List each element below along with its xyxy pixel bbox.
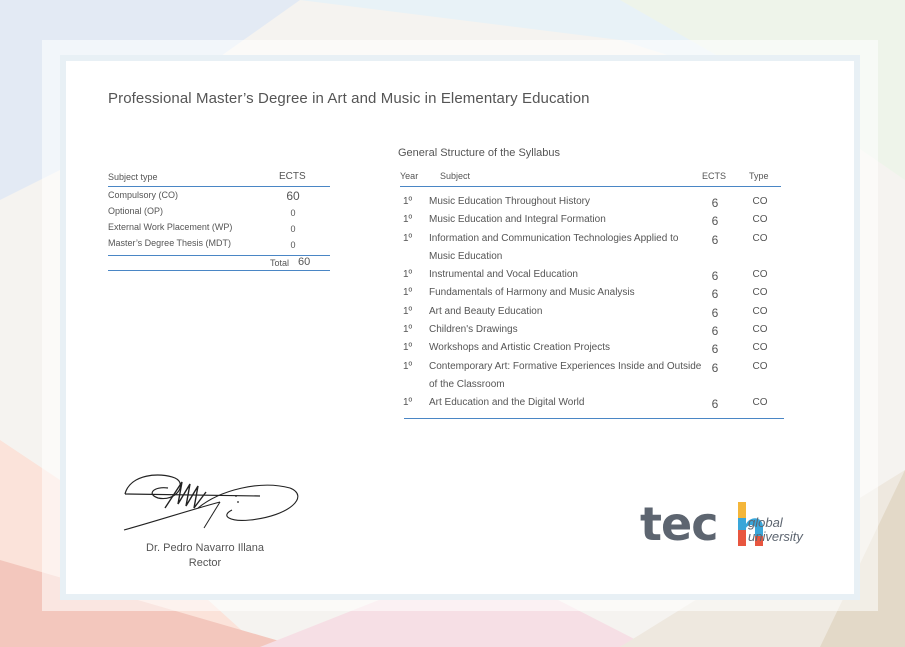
logo-wordmark: tec	[640, 497, 718, 551]
syllabus-ects: 6	[711, 397, 719, 412]
syllabus-subject: Information and Communication Technologi…	[429, 232, 679, 262]
logo-subtitle: global university	[748, 516, 803, 544]
syllabus-ects: 6	[711, 360, 719, 375]
syllabus-ects: 6	[711, 196, 719, 210]
syllabus-year: 1º	[403, 360, 413, 372]
syllabus-rows: 1º Music Education Throughout History 6 CO 1…	[400, 187, 781, 412]
syllabus-subject: Art and Beauty Education	[429, 305, 543, 317]
syllabus-type: CO	[752, 214, 768, 226]
syllabus-row: 1º Music Education and Integral Formation…	[400, 210, 781, 228]
syllabus-header: Year Subject ECTS Type	[400, 168, 781, 187]
summary-ects: 0	[290, 224, 296, 234]
syllabus-type: CO	[752, 196, 768, 207]
syllabus-row: 1º Children's Drawings 6 CO	[400, 320, 781, 338]
total-value: 60	[298, 256, 311, 268]
syllabus-ects: 6	[711, 287, 719, 302]
syllabus-year: 1º	[403, 305, 413, 317]
syllabus-year: 1º	[403, 342, 413, 354]
syllabus-title: General Structure of the Syllabus	[398, 147, 561, 159]
syllabus-ects: 6	[711, 342, 719, 357]
summary-type: External Work Placement (WP)	[108, 222, 233, 232]
syllabus-subject: Music Education and Integral Formation	[429, 214, 606, 226]
syllabus-ects: 6	[711, 269, 719, 284]
syllabus-year: 1º	[403, 397, 413, 409]
syllabus-subject: Children's Drawings	[429, 324, 518, 336]
syllabus-type: CO	[752, 305, 768, 317]
syllabus-row: 1º Workshops and Artistic Creation Projec…	[400, 338, 781, 356]
signatory-role: Rector	[188, 557, 222, 569]
syllabus-ects: 6	[711, 214, 719, 229]
syllabus-year: 1º	[403, 269, 413, 281]
syllabus-row: 1º Instrumental and Vocal Education 6 CO	[400, 265, 781, 283]
degree-title: Professional Master’s Degree in Art and …	[108, 90, 590, 107]
header-year: Year	[400, 171, 419, 181]
signature-image	[123, 474, 299, 531]
syllabus-year: 1º	[403, 287, 413, 299]
syllabus-row: 1º Fundamentals of Harmony and Music Anal…	[400, 283, 781, 301]
summary-type: Optional (OP)	[108, 206, 164, 216]
summary-total-row: Total 60	[108, 255, 330, 271]
ects-summary-table: Subject type ECTS Compulsory (CO) 60 Opt…	[108, 170, 330, 271]
syllabus-subject: Instrumental and Vocal Education	[429, 269, 578, 281]
summary-ects: 0	[290, 208, 296, 218]
certificate-page: Professional Master’s Degree in Art and …	[0, 0, 905, 647]
syllabus-year: 1º	[403, 196, 413, 207]
header-type: Type	[749, 171, 769, 181]
syllabus-subject: Workshops and Artistic Creation Projects	[429, 342, 611, 354]
syllabus-ects: 6	[711, 232, 719, 247]
summary-row: Compulsory (CO) 60	[108, 187, 330, 203]
summary-row: Master’s Degree Thesis (MDT) 0	[108, 235, 330, 251]
signatory-name: Dr. Pedro Navarro Illana	[146, 542, 264, 554]
syllabus-ects: 6	[711, 324, 719, 339]
header-ects: ECTS	[279, 171, 306, 182]
syllabus-bottom-rule	[404, 418, 784, 419]
syllabus-row: 1º Art Education and the Digital World 6 CO	[400, 393, 781, 411]
logo-university: university	[748, 529, 803, 544]
summary-header: Subject type ECTS	[108, 170, 330, 187]
summary-row: Optional (OP) 0	[108, 203, 330, 219]
summary-type: Compulsory (CO)	[108, 190, 179, 200]
summary-ects: 60	[286, 189, 300, 203]
summary-row: External Work Placement (WP) 0	[108, 219, 330, 235]
syllabus-type: CO	[752, 324, 768, 336]
logo-global: global	[748, 515, 783, 530]
syllabus-row: 1º Information and Communication Technolo…	[400, 229, 781, 266]
total-label: Total	[270, 258, 290, 268]
syllabus-type: CO	[752, 397, 768, 409]
syllabus-type: CO	[752, 232, 768, 244]
summary-ects: 0	[290, 240, 296, 250]
syllabus-year: 1º	[403, 214, 413, 226]
syllabus-type: CO	[752, 269, 768, 281]
syllabus-ects: 6	[711, 305, 719, 320]
syllabus-subject: Contemporary Art: Formative Experiences …	[429, 360, 702, 390]
syllabus-year: 1º	[403, 324, 413, 336]
syllabus-type: CO	[752, 342, 768, 354]
summary-type: Master’s Degree Thesis (MDT)	[108, 238, 232, 248]
header-ects: ECTS	[702, 171, 727, 181]
syllabus-row: 1º Contemporary Art: Formative Experience…	[400, 357, 781, 394]
signatory-block: Dr. Pedro Navarro Illana Rector	[110, 541, 300, 571]
syllabus-row: 1º Art and Beauty Education 6 CO	[400, 302, 781, 320]
syllabus-subject: Music Education Throughout History	[429, 196, 591, 207]
syllabus-type: CO	[752, 360, 768, 372]
syllabus-subject: Fundamentals of Harmony and Music Analys…	[429, 287, 635, 299]
header-subject: Subject	[440, 171, 471, 181]
syllabus-row: 1º Music Education Throughout History 6 CO	[400, 192, 781, 210]
syllabus-type: CO	[752, 287, 768, 299]
syllabus-table: Year Subject ECTS Type 1º Music Education…	[400, 168, 781, 412]
tech-logo: tec global university	[640, 498, 820, 558]
header-subject-type: Subject type	[108, 172, 158, 182]
syllabus-subject: Art Education and the Digital World	[429, 397, 585, 409]
syllabus-year: 1º	[403, 232, 413, 244]
